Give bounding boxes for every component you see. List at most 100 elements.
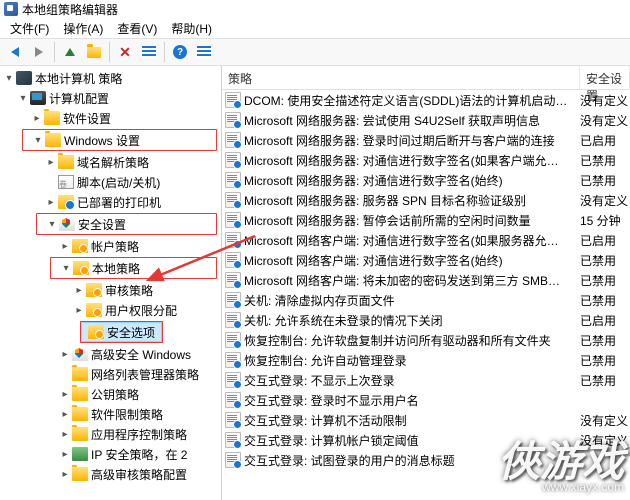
- list-header: 策略 安全设置: [222, 66, 630, 90]
- tree-software-settings[interactable]: ▸ 软件设置: [0, 108, 221, 128]
- expand-icon[interactable]: ▸: [58, 409, 72, 420]
- tree-label: 公钥策略: [91, 386, 139, 403]
- up-button[interactable]: [59, 41, 81, 63]
- arrow-left-icon: [11, 47, 19, 57]
- tree-computer-config[interactable]: ▾ 计算机配置: [0, 88, 221, 108]
- tree-public-key[interactable]: ▸ 公钥策略: [0, 384, 221, 404]
- menu-view[interactable]: 查看(V): [111, 18, 163, 39]
- policy-cell: 交互式登录: 登录时不显示用户名: [244, 392, 580, 409]
- menu-action[interactable]: 操作(A): [57, 18, 109, 39]
- list-row[interactable]: 交互式登录: 计算机帐户锁定阈值 没有定义: [222, 430, 630, 450]
- delete-button[interactable]: ✕: [114, 41, 136, 63]
- list-row[interactable]: Microsoft 网络服务器: 服务器 SPN 目标名称验证级别 没有定义: [222, 190, 630, 210]
- policy-cell: Microsoft 网络服务器: 登录时间过期后断开与客户端的连接: [244, 132, 580, 149]
- tree-label: 计算机配置: [49, 90, 109, 107]
- list-row[interactable]: Microsoft 网络服务器: 登录时间过期后断开与客户端的连接 已启用: [222, 130, 630, 150]
- expand-icon[interactable]: ▸: [58, 429, 72, 440]
- expand-icon[interactable]: ▸: [58, 389, 72, 400]
- window-title: 本地组策略编辑器: [22, 1, 118, 18]
- expand-icon[interactable]: ▸: [58, 449, 72, 460]
- policy-cell: Microsoft 网络客户端: 对通信进行数字签名(始终): [244, 252, 580, 269]
- policy-item-icon: [225, 252, 241, 268]
- expand-icon[interactable]: ▸: [58, 469, 72, 480]
- expand-icon[interactable]: ▸: [44, 197, 58, 208]
- tree-security-settings[interactable]: ▾ 安全设置: [37, 214, 216, 234]
- forward-button[interactable]: [28, 41, 50, 63]
- list-row[interactable]: 恢复控制台: 允许自动管理登录 已禁用: [222, 350, 630, 370]
- expand-icon[interactable]: ▾: [59, 263, 73, 274]
- tree-name-resolution[interactable]: ▸ 域名解析策略: [0, 152, 221, 172]
- expand-icon[interactable]: ▸: [72, 285, 86, 296]
- list-row[interactable]: Microsoft 网络客户端: 对通信进行数字签名(如果服务器允… 已启用: [222, 230, 630, 250]
- view-button[interactable]: [193, 41, 215, 63]
- list-row[interactable]: Microsoft 网络服务器: 对通信进行数字签名(始终) 已禁用: [222, 170, 630, 190]
- policy-icon: [86, 303, 102, 317]
- list-row[interactable]: Microsoft 网络服务器: 对通信进行数字签名(如果客户端允… 已禁用: [222, 150, 630, 170]
- list-row[interactable]: DCOM: 使用安全描述符定义语言(SDDL)语法的计算机启动… 没有定义: [222, 90, 630, 110]
- tree-deployed-printers[interactable]: ▸ 已部署的打印机: [0, 192, 221, 212]
- tree-security-options[interactable]: 安全选项: [81, 322, 162, 342]
- setting-cell: 没有定义: [580, 112, 630, 129]
- expand-icon[interactable]: ▾: [45, 219, 59, 230]
- policy-item-icon: [225, 232, 241, 248]
- tree-label: 安全设置: [78, 216, 126, 233]
- expand-icon[interactable]: ▸: [44, 157, 58, 168]
- list-row[interactable]: 关机: 清除虚拟内存页面文件 已禁用: [222, 290, 630, 310]
- list-row[interactable]: 交互式登录: 登录时不显示用户名: [222, 390, 630, 410]
- list-row[interactable]: 交互式登录: 试图登录的用户的消息标题: [222, 450, 630, 470]
- tree-network-list[interactable]: 网络列表管理器策略: [0, 364, 221, 384]
- setting-cell: 已启用: [580, 232, 630, 249]
- setting-cell: 已启用: [580, 132, 630, 149]
- tree-label: 本地计算机 策略: [35, 70, 122, 87]
- setting-cell: 已禁用: [580, 172, 630, 189]
- policy-cell: 关机: 清除虚拟内存页面文件: [244, 292, 580, 309]
- tree-label: 软件设置: [63, 110, 111, 127]
- tree-app-control[interactable]: ▸ 应用程序控制策略: [0, 424, 221, 444]
- expand-icon[interactable]: ▸: [30, 113, 44, 124]
- menu-file[interactable]: 文件(F): [4, 18, 55, 39]
- expand-icon[interactable]: ▾: [31, 135, 45, 146]
- list-row[interactable]: 恢复控制台: 允许软盘复制并访问所有驱动器和所有文件夹 已禁用: [222, 330, 630, 350]
- menu-help[interactable]: 帮助(H): [165, 18, 218, 39]
- list-row[interactable]: Microsoft 网络服务器: 尝试使用 S4U2Self 获取声明信息 没有…: [222, 110, 630, 130]
- list-pane: 策略 安全设置 DCOM: 使用安全描述符定义语言(SDDL)语法的计算机启动……: [222, 66, 630, 500]
- tree-windows-settings[interactable]: ▾ Windows 设置: [23, 130, 216, 150]
- list-row[interactable]: Microsoft 网络服务器: 暂停会话前所需的空闲时间数量 15 分钟: [222, 210, 630, 230]
- help-button[interactable]: ?: [169, 41, 191, 63]
- expand-icon[interactable]: ▾: [2, 73, 16, 84]
- expand-icon[interactable]: ▸: [58, 349, 72, 360]
- list-row[interactable]: Microsoft 网络客户端: 将未加密的密码发送到第三方 SMB… 已禁用: [222, 270, 630, 290]
- tree-scripts[interactable]: 脚本(启动/关机): [0, 172, 221, 192]
- tree-user-rights[interactable]: ▸ 用户权限分配: [0, 300, 221, 320]
- tree-account-policy[interactable]: ▸ 帐户策略: [0, 236, 221, 256]
- show-button[interactable]: [83, 41, 105, 63]
- tree-advanced-audit[interactable]: ▸ 高级审核策略配置: [0, 464, 221, 484]
- setting-cell: 没有定义: [580, 192, 630, 209]
- help-icon: ?: [173, 45, 187, 59]
- expand-icon[interactable]: ▾: [16, 93, 30, 104]
- tree-software-restrict[interactable]: ▸ 软件限制策略: [0, 404, 221, 424]
- list-row[interactable]: Microsoft 网络客户端: 对通信进行数字签名(始终) 已禁用: [222, 250, 630, 270]
- tree-ip-security[interactable]: ▸ IP 安全策略，在 2: [0, 444, 221, 464]
- list-row[interactable]: 交互式登录: 不显示上次登录 已禁用: [222, 370, 630, 390]
- tree-audit-policy[interactable]: ▸ 审核策略: [0, 280, 221, 300]
- column-policy[interactable]: 策略: [222, 66, 580, 89]
- tree-label: 应用程序控制策略: [91, 426, 187, 443]
- policy-cell: 关机: 允许系统在未登录的情况下关闭: [244, 312, 580, 329]
- back-button[interactable]: [4, 41, 26, 63]
- tree-local-policy[interactable]: ▾ 本地策略: [51, 258, 216, 278]
- list-row[interactable]: 交互式登录: 计算机不活动限制 没有定义: [222, 410, 630, 430]
- tree-root[interactable]: ▾ 本地计算机 策略: [0, 68, 221, 88]
- expand-icon[interactable]: ▸: [72, 305, 86, 316]
- policy-item-icon: [225, 212, 241, 228]
- tree-advanced-windows[interactable]: ▸ 高级安全 Windows: [0, 344, 221, 364]
- properties-button[interactable]: [138, 41, 160, 63]
- list-row[interactable]: 关机: 允许系统在未登录的情况下关闭 已启用: [222, 310, 630, 330]
- column-setting[interactable]: 安全设置: [580, 66, 630, 89]
- toolbar: ✕ ?: [0, 38, 630, 66]
- policy-item-icon: [225, 292, 241, 308]
- expand-icon[interactable]: ▸: [58, 241, 72, 252]
- tree-label: IP 安全策略，在 2: [91, 446, 187, 463]
- shield-icon: [72, 347, 88, 361]
- tree-label: 安全选项: [107, 324, 155, 341]
